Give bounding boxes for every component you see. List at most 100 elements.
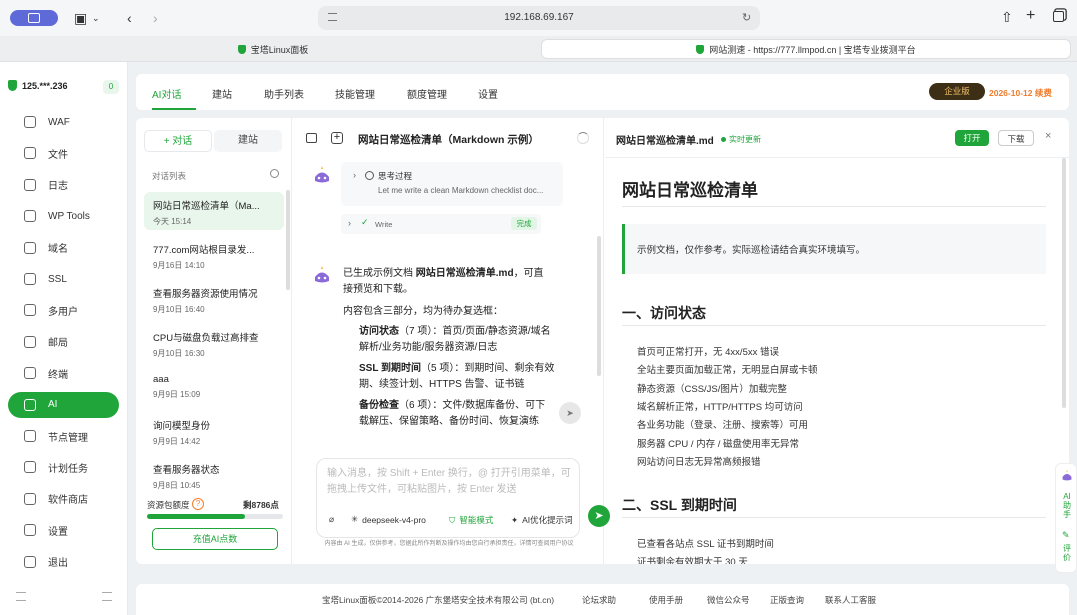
sidebar-item[interactable]: 终端: [8, 360, 119, 386]
sidebar-item[interactable]: 设置: [8, 517, 119, 543]
new-tab-button[interactable]: +: [1026, 8, 1035, 24]
model-selector[interactable]: ✳ deepseek-v4-pro: [351, 514, 426, 525]
conversation-item[interactable]: 查看服务器状态 9月8日 10:45: [144, 456, 284, 494]
collapse-icon[interactable]: [102, 592, 112, 601]
optimize-prompt-button[interactable]: ✦ AI优化提示词: [511, 514, 573, 526]
sidebar-item-label: 软件商店: [48, 495, 88, 507]
part-name: SSL 到期时间: [359, 363, 422, 374]
tab-overview-icon[interactable]: ▣: [74, 10, 87, 26]
message-input[interactable]: 输入消息，按 Shift + Enter 换行，@ 打开引用菜单，可拖拽上传文件…: [316, 458, 580, 538]
message-part-item: SSL 到期时间（5 项）：到期时间、剩余有效期、续签计划、HTTPS 告警、证…: [359, 361, 555, 393]
tab-ai-chat[interactable]: AI对话: [152, 86, 181, 101]
mode-selector[interactable]: ⛉ 智能模式: [449, 514, 493, 526]
sidebar-item[interactable]: 退出: [8, 549, 119, 575]
notification-badge[interactable]: 0: [103, 80, 119, 94]
floating-tools: AI助手 ✎ 评价: [1055, 463, 1077, 573]
download-button[interactable]: 下载: [998, 130, 1034, 146]
message-part-item: 备份检查（6 项）：文件/数据库备份、可下载解压、保留策略、备份时间、恢复演练: [359, 398, 555, 430]
browser-tab-panel[interactable]: 宝塔Linux面板: [8, 39, 538, 59]
footer-link-wechat[interactable]: 微信公众号: [707, 594, 750, 606]
footer-link-license[interactable]: 正版查询: [770, 594, 804, 606]
tab-build-site[interactable]: 建站: [212, 86, 232, 101]
chat-panel: + 网站日常巡检清单（Markdown 示例） › 思考过程 Let me wr…: [293, 118, 610, 564]
ai-assistant-avatar-icon[interactable]: [1060, 468, 1074, 482]
tab-assistants[interactable]: 助手列表: [264, 86, 304, 101]
back-button[interactable]: ‹: [127, 10, 132, 26]
new-chat-icon[interactable]: +: [331, 132, 343, 144]
chevron-down-icon[interactable]: ⌄: [92, 10, 100, 26]
sidebar-item[interactable]: 计划任务: [8, 454, 119, 480]
bt-logo-icon: [696, 44, 705, 54]
edition-badge[interactable]: 企业版: [929, 83, 985, 100]
conversation-item[interactable]: 网站日常巡检清单（Ma... 今天 15:14: [144, 192, 284, 230]
write-step[interactable]: › ✓ Write 完成: [341, 214, 541, 234]
share-icon[interactable]: ⇧: [1001, 9, 1013, 25]
terminal-icon: [24, 367, 36, 380]
sidebar-item[interactable]: 日志: [8, 172, 119, 198]
conversation-item[interactable]: 询问模型身份 9月9日 14:42: [144, 412, 284, 450]
edit-icon[interactable]: ✎: [1062, 530, 1070, 541]
checklist-item: 证书剩余有效期大于 30 天: [637, 557, 748, 564]
tab-settings[interactable]: 设置: [478, 86, 498, 101]
sidebar-item[interactable]: WP Tools: [8, 203, 119, 229]
ssl-icon: [24, 273, 36, 285]
browser-tab-strip: 宝塔Linux面板 网站测速 - https://777.llmpod.cn |…: [0, 36, 1077, 62]
doc-heading: 网站日常巡检清单: [622, 181, 758, 200]
conversation-item[interactable]: 777.com网站根目录发... 9月16日 14:10: [144, 236, 284, 274]
message-file-name: 网站日常巡检清单.md: [415, 268, 514, 279]
rate-link[interactable]: 评价: [1062, 544, 1072, 562]
quota-remaining: 剩8786点: [243, 500, 279, 510]
close-icon[interactable]: ×: [1045, 130, 1051, 142]
browser-tab-speedtest[interactable]: 网站测速 - https://777.llmpod.cn | 宝塔专业拨测平台: [541, 39, 1071, 59]
sidebar-item[interactable]: 多用户: [8, 297, 119, 323]
scrollbar[interactable]: [1062, 158, 1066, 408]
sidebar-item[interactable]: AI: [8, 391, 119, 418]
open-button[interactable]: 打开: [955, 130, 989, 146]
thinking-block[interactable]: › 思考过程 Let me write a clean Markdown che…: [341, 162, 563, 206]
conversation-date: 9月10日 16:40: [153, 305, 205, 314]
edition-label: 企业版: [944, 86, 970, 96]
reload-icon[interactable]: ↻: [742, 11, 751, 24]
ai-assistant-link[interactable]: AI助手: [1062, 492, 1072, 519]
server-host[interactable]: 125.***.236: [8, 80, 68, 91]
footer-link-manual[interactable]: 使用手册: [649, 594, 683, 606]
expire-renew-link[interactable]: 2026-10-12 续费: [989, 87, 1052, 99]
footer-link-support[interactable]: 联系人工客服: [825, 594, 876, 606]
sidebar-item[interactable]: SSL: [8, 266, 119, 292]
url-text: 192.168.69.167: [504, 12, 574, 23]
tabs-overview-icon[interactable]: [1053, 11, 1064, 22]
sidebar-item-label: SSL: [48, 273, 67, 285]
menu-icon[interactable]: [16, 592, 26, 601]
scrollbar[interactable]: [286, 190, 290, 290]
attach-icon[interactable]: ⌀: [329, 514, 334, 525]
build-site-tab[interactable]: 建站: [214, 130, 282, 152]
conversation-item[interactable]: CPU与磁盘负载过高排查 9月10日 16:30: [144, 324, 284, 362]
sidebar-item[interactable]: 邮局: [8, 329, 119, 355]
new-chat-tab[interactable]: + 对话: [144, 130, 212, 152]
recharge-button[interactable]: 充值AI点数: [152, 528, 278, 550]
forward-button[interactable]: ›: [153, 10, 158, 26]
tab-skills[interactable]: 技能管理: [335, 86, 375, 101]
search-icon[interactable]: [270, 169, 279, 178]
preview-filename: 网站日常巡检清单.md: [616, 136, 714, 147]
sidebar-item[interactable]: 文件: [8, 140, 119, 166]
help-icon[interactable]: ?: [192, 498, 204, 510]
panel-toggle-icon[interactable]: [306, 133, 317, 143]
conversation-title: 查看服务器资源使用情况: [153, 289, 258, 300]
conversation-item[interactable]: 查看服务器资源使用情况 9月10日 16:40: [144, 280, 284, 318]
scrollbar[interactable]: [597, 236, 601, 376]
sidebar-item[interactable]: WAF: [8, 109, 119, 135]
conversation-item[interactable]: aaa 9月9日 15:09: [144, 368, 284, 406]
status-dot: [721, 137, 726, 142]
model-icon: ✳: [351, 514, 359, 524]
chevron-right-icon[interactable]: ›: [353, 170, 356, 180]
chevron-right-icon[interactable]: ›: [348, 218, 351, 228]
preview-panel: 网站日常巡检清单.md 实时更新 打开 下载 × 网站日常巡检清单 示例文档，仅…: [605, 118, 1069, 564]
sidebar-item[interactable]: 节点管理: [8, 423, 119, 449]
sidebar-item[interactable]: 域名: [8, 235, 119, 261]
sidebar-toggle-button[interactable]: [10, 10, 58, 26]
footer-link-forum[interactable]: 论坛求助: [582, 594, 616, 606]
address-bar[interactable]: 192.168.69.167 ↻: [318, 6, 760, 30]
sidebar-item[interactable]: 软件商店: [8, 486, 119, 512]
tab-quota[interactable]: 额度管理: [407, 86, 447, 101]
